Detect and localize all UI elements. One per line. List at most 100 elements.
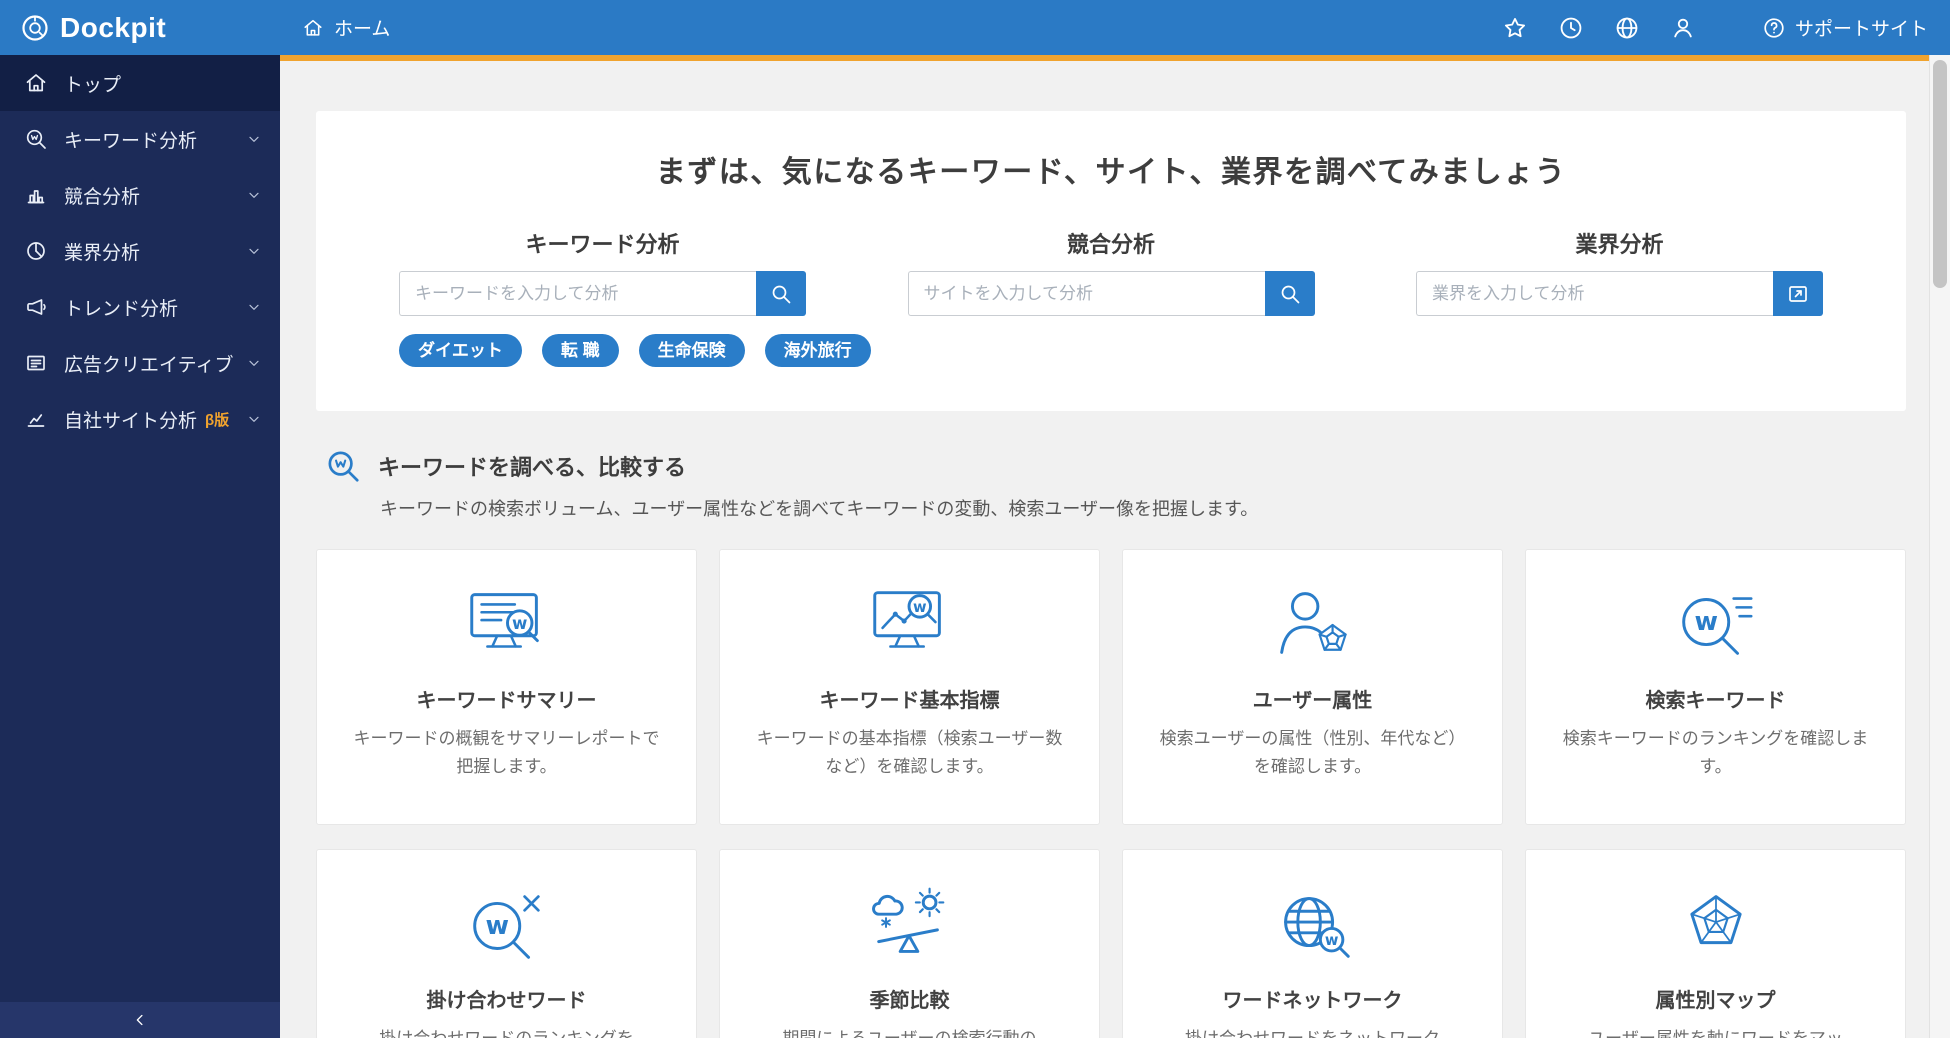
industry-search-column: 業界分析	[1416, 227, 1823, 316]
card-title: ユーザー属性	[1252, 690, 1373, 712]
chevron-down-icon	[246, 187, 262, 203]
header-actions: サポートサイト	[1502, 14, 1950, 41]
sidebar-item-competitor-analysis[interactable]: 競合分析	[0, 167, 280, 223]
sidebar-item-trend-analysis[interactable]: トレンド分析	[0, 279, 280, 335]
megaphone-icon	[24, 295, 48, 319]
hero-search-panel: まずは、気になるキーワード、サイト、業界を調べてみましょう キーワード分析 競合…	[316, 111, 1906, 411]
sidebar: トップ キーワード分析 競合分析 業界分析 トレンド分析 広告クリエイティブ 自…	[0, 55, 280, 1038]
sidebar-item-own-site-analysis[interactable]: 自社サイト分析 β版	[0, 391, 280, 447]
chevron-down-icon	[246, 299, 262, 315]
scrollbar-thumb[interactable]	[1933, 60, 1947, 288]
svg-text:w: w	[512, 614, 527, 633]
feature-card-attribute-map[interactable]: 属性別マップ ユーザー属性を軸にワードをマッ	[1525, 849, 1906, 1038]
beta-badge: β版	[205, 411, 230, 429]
card-title: 検索キーワード	[1645, 690, 1786, 712]
hero-title: まずは、気になるキーワード、サイト、業界を調べてみましょう	[655, 156, 1567, 189]
line-chart-icon	[24, 407, 48, 431]
keyword-search-column: キーワード分析	[399, 227, 806, 316]
card-title: 属性別マップ	[1655, 990, 1776, 1012]
history-clock-icon[interactable]	[1558, 15, 1584, 41]
search-icon	[1281, 285, 1299, 303]
card-description: 検索ユーザーの属性（性別、年代など）を確認します。	[1159, 729, 1466, 776]
chevron-down-icon	[246, 355, 262, 371]
card-description: 掛け合わせワードのランキングを	[351, 1025, 662, 1038]
search-column-label: 業界分析	[1575, 232, 1664, 257]
app-logo[interactable]: Dockpit	[0, 12, 280, 44]
competitor-search-input[interactable]	[907, 271, 1265, 316]
support-site-link[interactable]: サポートサイト	[1762, 14, 1928, 41]
card-title: 季節比較	[869, 990, 950, 1012]
section-description: キーワードの検索ボリューム、ユーザー属性などを調べてキーワードの変動、検索ユーザ…	[380, 499, 1259, 519]
card-description: 期間によるユーザーの検索行動の	[754, 1025, 1065, 1038]
pie-chart-icon	[24, 239, 48, 263]
competitor-search-button[interactable]	[1264, 271, 1315, 316]
sidebar-item-label: トップ	[64, 74, 122, 96]
vertical-scrollbar[interactable]	[1929, 55, 1950, 1038]
sidebar-item-keyword-analysis[interactable]: キーワード分析	[0, 111, 280, 167]
card-description: ユーザー属性を軸にワードをマッ	[1560, 1025, 1871, 1038]
bar-chart-icon	[24, 183, 48, 207]
card-description: 掛け合わせワードをネットワーク	[1157, 1025, 1468, 1038]
chevron-down-icon	[246, 131, 262, 147]
search-icon	[772, 285, 791, 303]
industry-search-input[interactable]	[1416, 271, 1773, 316]
tag-pill[interactable]: 転 職	[541, 334, 619, 367]
sidebar-item-industry-analysis[interactable]: 業界分析	[0, 223, 280, 279]
section-title: キーワードを調べる、比較する	[378, 455, 687, 480]
keyword-search-button[interactable]	[756, 271, 806, 316]
app-root: Dockpit ホーム サポートサイト トップ キーワード分析 競合分析 業界分…	[0, 0, 1950, 1038]
help-icon	[1762, 16, 1786, 40]
chevron-down-icon	[246, 243, 262, 259]
feature-card-combined-words[interactable]: w 掛け合わせワード 掛け合わせワードのランキングを	[316, 849, 697, 1038]
feature-card-keyword-summary[interactable]: w キーワードサマリー キーワードの概観をサマリーレポートで把握します。	[316, 549, 697, 825]
industry-search-button[interactable]	[1773, 271, 1823, 316]
tag-pill[interactable]: 生命保険	[638, 334, 745, 367]
tag-pill[interactable]: ダイエット	[399, 334, 522, 367]
top-header: Dockpit ホーム サポートサイト	[0, 0, 1950, 55]
keyword-search-icon	[324, 447, 362, 485]
sidebar-item-ad-creative[interactable]: 広告クリエイティブ	[0, 335, 280, 391]
svg-text:w: w	[1324, 932, 1338, 949]
card-description: 検索キーワードのランキングを確認します。	[1562, 729, 1869, 776]
keyword-section-header: キーワードを調べる、比較する キーワードの検索ボリューム、ユーザー属性などを調べ…	[316, 447, 1906, 521]
feature-card-user-attributes[interactable]: ユーザー属性 検索ユーザーの属性（性別、年代など）を確認します。	[1122, 549, 1503, 825]
search-column-label: キーワード分析	[525, 232, 680, 257]
feature-card-grid: w キーワードサマリー キーワードの概観をサマリーレポートで把握します。 w キ…	[316, 549, 1906, 1038]
card-title: ワードネットワーク	[1222, 990, 1403, 1012]
dockpit-logo-icon	[22, 14, 48, 41]
search-cross-icon: w	[460, 878, 554, 970]
globe-icon[interactable]	[1614, 15, 1640, 41]
feature-card-season-compare[interactable]: 季節比較 期間によるユーザーの検索行動の	[719, 849, 1100, 1038]
season-compare-icon	[863, 878, 957, 970]
nav-home[interactable]: ホーム	[302, 14, 390, 41]
sidebar-item-label: 業界分析	[64, 242, 141, 264]
monitor-search-icon: w	[460, 578, 554, 670]
search-row: キーワード分析 競合分析	[316, 227, 1906, 316]
search-ranking-icon: w	[1669, 578, 1763, 670]
chevron-down-icon	[246, 411, 262, 427]
star-icon[interactable]	[1502, 15, 1528, 41]
nav-home-label: ホーム	[334, 19, 391, 40]
sidebar-collapse-button[interactable]	[0, 1002, 280, 1038]
suggested-tags: ダイエット 転 職 生命保険 海外旅行	[316, 334, 1906, 367]
feature-card-keyword-metrics[interactable]: w キーワード基本指標 キーワードの基本指標（検索ユーザー数など）を確認します。	[719, 549, 1100, 825]
chevron-left-icon	[131, 1011, 149, 1029]
sidebar-item-top[interactable]: トップ	[0, 55, 280, 111]
keyword-search-input[interactable]	[399, 271, 756, 316]
user-icon[interactable]	[1670, 15, 1696, 41]
feature-card-word-network[interactable]: w ワードネットワーク 掛け合わせワードをネットワーク	[1122, 849, 1503, 1038]
home-icon	[24, 71, 48, 95]
main-content: まずは、気になるキーワード、サイト、業界を調べてみましょう キーワード分析 競合…	[280, 61, 1929, 1038]
card-description: キーワードの基本指標（検索ユーザー数など）を確認します。	[756, 729, 1063, 776]
sidebar-item-label: トレンド分析	[64, 298, 179, 320]
feature-card-search-keywords[interactable]: w 検索キーワード 検索キーワードのランキングを確認します。	[1525, 549, 1906, 825]
svg-text:w: w	[1694, 607, 1718, 637]
tag-pill[interactable]: 海外旅行	[764, 334, 871, 367]
accent-divider	[280, 55, 1929, 61]
monitor-chart-icon: w	[863, 578, 957, 670]
competitor-search-column: 競合分析	[907, 227, 1315, 316]
newspaper-icon	[24, 351, 48, 375]
user-attribute-icon	[1266, 578, 1360, 670]
card-description: キーワードの概観をサマリーレポートで把握します。	[353, 729, 660, 776]
site-search-icon	[1789, 285, 1807, 302]
